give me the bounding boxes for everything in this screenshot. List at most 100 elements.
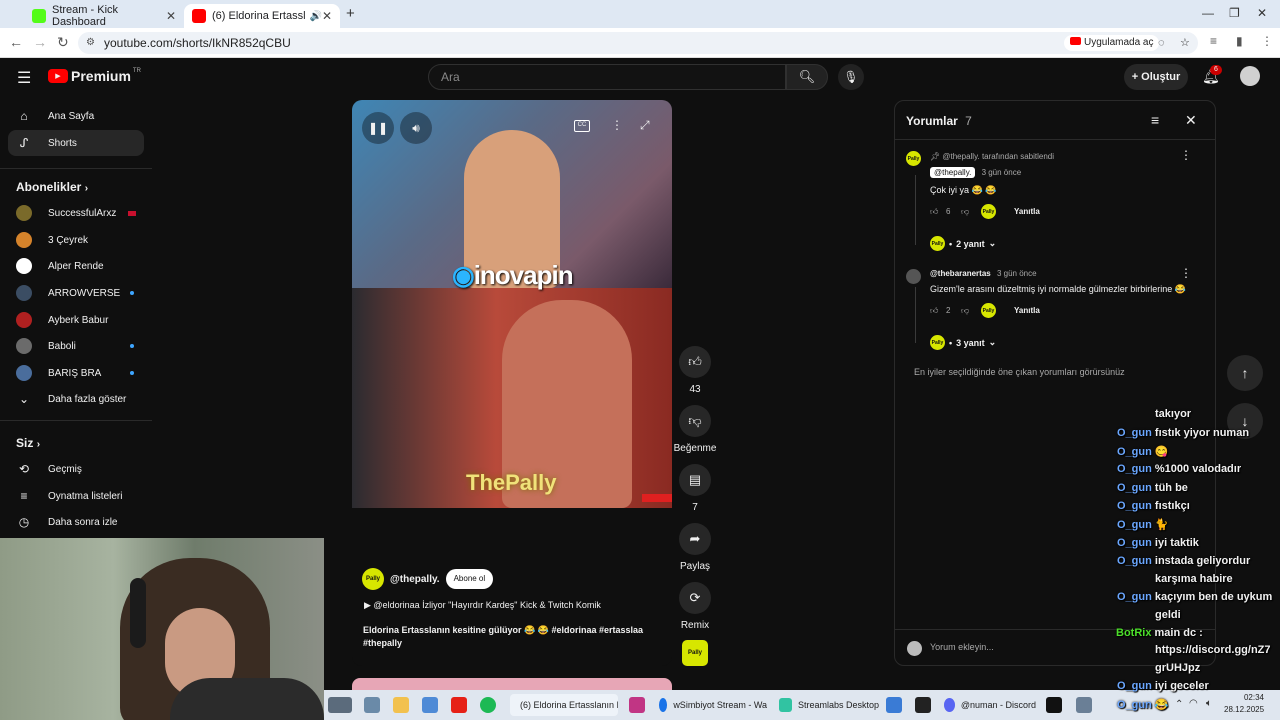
comment-input[interactable]: Yorum ekleyin... xyxy=(930,642,994,652)
store-icon[interactable] xyxy=(422,697,438,713)
close-icon[interactable]: ✕ xyxy=(322,9,332,23)
share-action[interactable]: ➦ Paylaş xyxy=(679,523,711,572)
sidebar-item-history[interactable]: ⟲ Geçmiş xyxy=(8,456,144,482)
reply-button[interactable]: Yanıtla xyxy=(1014,207,1040,216)
comments-action[interactable]: ▤ 7 xyxy=(679,464,711,513)
subscribe-button[interactable]: Abone ol xyxy=(445,569,494,589)
wifi-icon[interactable]: ◠ xyxy=(1189,698,1198,709)
short-title-row[interactable]: ▶ @eldorinaa İzliyor "Hayırdır Kardeş" K… xyxy=(364,600,601,611)
media-control-icon[interactable]: ≡ xyxy=(1210,34,1217,48)
comment-author[interactable]: @thepally. xyxy=(930,167,976,178)
like-icon[interactable]: 👍︎ xyxy=(930,306,938,316)
url-field[interactable]: ⚙ youtube.com/shorts/IkNR852qCBU Uygulam… xyxy=(78,32,1198,54)
subscriptions-header[interactable]: Abonelikler › xyxy=(16,180,88,194)
show-more-button[interactable]: ⌄ Daha fazla göster xyxy=(8,386,144,412)
volume-button[interactable]: 🔊︎ xyxy=(400,112,432,144)
chevron-up-icon[interactable]: ⌃ xyxy=(1175,699,1183,710)
tiktok-icon[interactable] xyxy=(1046,697,1062,713)
channel-avatar[interactable]: Pally xyxy=(362,568,384,590)
volume-icon[interactable]: 🔈︎ xyxy=(1206,698,1212,709)
taskbar-app-discord[interactable]: @numan - Discord xyxy=(944,694,1036,716)
restore-button[interactable]: ❐ xyxy=(1229,6,1240,20)
spotify-icon[interactable] xyxy=(480,697,496,713)
site-info-icon[interactable]: ⚙ xyxy=(86,32,95,54)
like-icon[interactable]: 👍︎ xyxy=(679,346,711,378)
next-short-preview[interactable] xyxy=(352,678,672,690)
search-input[interactable]: Ara xyxy=(428,64,786,90)
speaker-icon[interactable]: 🔊 xyxy=(309,11,321,22)
reload-icon[interactable]: ↻ xyxy=(57,34,69,51)
search-button[interactable]: 🔍︎ xyxy=(786,64,828,90)
file-explorer-icon[interactable] xyxy=(393,697,409,713)
browser-menu-icon[interactable]: ⋮ xyxy=(1261,34,1273,48)
dislike-icon[interactable]: 👎︎ xyxy=(961,306,969,316)
tab-youtube-short[interactable]: (6) Eldorina Ertasslanın kesi 🔊 ✕ xyxy=(184,4,340,28)
youtube-app-icon[interactable] xyxy=(451,697,467,713)
close-icon[interactable]: ✕ xyxy=(1185,112,1197,129)
hamburger-menu-icon[interactable]: ☰ xyxy=(17,68,31,88)
sound-thumbnail[interactable]: Pally xyxy=(682,640,708,666)
forward-icon[interactable]: → xyxy=(33,34,47,50)
sidebar-item-home[interactable]: ⌂ Ana Sayfa xyxy=(8,103,144,129)
more-options-icon[interactable]: ⋮ xyxy=(611,118,623,132)
taskbar-app-edge[interactable]: wSimbiyot Stream - Wa xyxy=(659,694,767,716)
sidebar-item-shorts[interactable]: ᔑ Shorts xyxy=(8,130,144,156)
eye-off-icon[interactable]: ◌ xyxy=(1158,32,1165,54)
capcut-icon[interactable] xyxy=(915,697,931,713)
like-action[interactable]: 👍︎ 43 xyxy=(679,346,711,395)
sidebar-item-playlists[interactable]: ≡ Oynatma listeleri xyxy=(8,483,144,509)
sidebar-sub-item[interactable]: ARROWVERSE xyxy=(8,280,144,306)
replies-toggle[interactable]: Pally • 3 yanıt ⌄ xyxy=(930,335,996,350)
sidebar-sub-item[interactable]: BARIŞ BRA xyxy=(8,360,144,386)
voice-search-button[interactable]: 🎙︎ xyxy=(838,64,864,90)
dislike-icon[interactable]: 👎︎ xyxy=(961,207,969,217)
comment-avatar[interactable]: Pally xyxy=(906,151,921,166)
previous-short-button[interactable]: ↑ xyxy=(1227,355,1263,391)
share-icon[interactable]: ➦ xyxy=(679,523,711,555)
open-in-app-button[interactable]: Uygulamada aç xyxy=(1064,35,1160,51)
pause-button[interactable]: ❚❚ xyxy=(362,112,394,144)
comment-more-icon[interactable]: ⋮ xyxy=(1180,266,1192,280)
comment-avatar[interactable] xyxy=(906,269,921,284)
sidebar-sub-item[interactable]: 3 Çeyrek xyxy=(8,227,144,253)
new-tab-button[interactable]: + xyxy=(346,5,355,22)
tab-kick-dashboard[interactable]: Stream - Kick Dashboard ✕ xyxy=(24,4,184,28)
task-view-icon[interactable] xyxy=(364,697,380,713)
you-header[interactable]: Siz › xyxy=(16,436,40,450)
replies-toggle[interactable]: Pally • 2 yanıt ⌄ xyxy=(930,236,996,251)
comment-icon[interactable]: ▤ xyxy=(679,464,711,496)
sidebar-sub-item[interactable]: Baboli xyxy=(8,333,144,359)
taskbar-app-streamlabs[interactable]: Streamlabs Desktop xyxy=(779,694,879,716)
sidebar-sub-item[interactable]: SuccessfulArxz xyxy=(8,200,144,226)
outlook-icon[interactable] xyxy=(886,697,902,713)
sidebar-sub-item[interactable]: Ayberk Babur xyxy=(8,307,144,333)
sidebar-item-watch-later[interactable]: ◷ Daha sonra izle xyxy=(8,509,144,535)
fullscreen-icon[interactable]: ⤢ xyxy=(640,118,650,133)
channel-name[interactable]: @thepally. xyxy=(390,574,440,585)
dislike-icon[interactable]: 👎︎ xyxy=(679,405,711,437)
close-icon[interactable]: ✕ xyxy=(166,9,176,23)
shorts-player[interactable]: ◉inovapin ThePally ❚❚ 🔊︎ CC ⋮ ⤢ Pally @t… xyxy=(352,100,672,666)
remix-action[interactable]: ⟳ Remix xyxy=(679,582,711,631)
reply-button[interactable]: Yanıtla xyxy=(1014,306,1040,315)
back-icon[interactable]: ← xyxy=(9,34,23,50)
taskbar-app-chrome[interactable]: (6) Eldorina Ertasslanın I xyxy=(510,694,618,716)
window-close-button[interactable]: ✕ xyxy=(1257,6,1267,20)
captions-icon[interactable]: CC xyxy=(574,120,590,132)
comment-author[interactable]: @thebaranertas xyxy=(930,269,991,278)
create-button[interactable]: + Oluştur xyxy=(1124,64,1188,90)
taskbar-clock[interactable]: 02:34 28.12.2025 xyxy=(1224,692,1264,716)
avatar[interactable] xyxy=(1240,66,1260,86)
youtube-premium-logo[interactable]: ▶ Premium TR xyxy=(48,68,141,84)
dislike-action[interactable]: 👎︎ Beğenme xyxy=(674,405,716,454)
extension-icon[interactable]: ▮ xyxy=(1236,34,1243,48)
comment-more-icon[interactable]: ⋮ xyxy=(1180,148,1192,162)
sort-icon[interactable]: ≡ xyxy=(1151,112,1159,128)
like-icon[interactable]: 👍︎ xyxy=(930,207,938,217)
remix-icon[interactable]: ⟳ xyxy=(679,582,711,614)
bookmark-star-icon[interactable]: ☆ xyxy=(1180,32,1190,54)
widget-icon[interactable] xyxy=(328,697,352,713)
instagram-icon[interactable] xyxy=(629,697,645,713)
sidebar-sub-item[interactable]: Alper Rende xyxy=(8,253,144,279)
network-app-icon[interactable] xyxy=(1076,697,1092,713)
